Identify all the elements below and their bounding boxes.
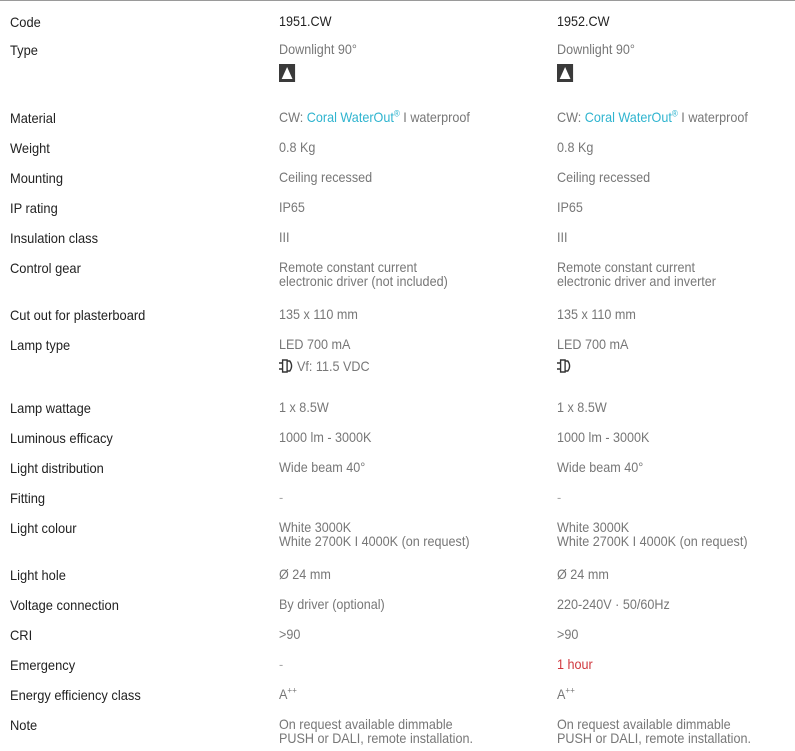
row-label: Fitting [10, 490, 46, 506]
mounting-value-b: Ceiling recessed [557, 169, 651, 185]
mounting-value-a: Ceiling recessed [279, 169, 373, 185]
material-prefix: CW: [557, 109, 585, 125]
material-prefix: CW: [279, 109, 307, 125]
type-value-a: Downlight 90° [279, 42, 357, 82]
note-value-a: On request available dimmable PUSH or DAL… [279, 717, 473, 745]
line-2: White 2700K I 4000K (on request) [279, 533, 470, 549]
row-label: Voltage connection [10, 597, 119, 613]
efficacy-value-b: 1000 lm - 3000K [557, 429, 650, 445]
row-label: Mounting [10, 170, 63, 186]
cutout-value-a: 135 x 110 mm [279, 306, 358, 322]
control-gear-value-b: Remote constant current electronic driver… [557, 260, 716, 288]
product-code-1952: 1952.CW [557, 13, 610, 29]
row-label: Light colour [10, 520, 77, 536]
row-label: Insulation class [10, 230, 99, 246]
class-plus: ++ [565, 685, 575, 696]
row-label: IP rating [10, 200, 58, 216]
type-text: Downlight 90° [279, 41, 357, 57]
distribution-value-a: Wide beam 40° [279, 459, 366, 475]
ip-value-a: IP65 [279, 199, 305, 215]
ip-value-b: IP65 [557, 199, 583, 215]
fitting-value-b: - [557, 489, 562, 505]
wattage-value-a: 1 x 8.5W [279, 399, 329, 415]
type-value-b: Downlight 90° [557, 42, 635, 82]
downlight-beam-icon [279, 64, 296, 82]
lamp-type-value-a: LED 700 mA Vf: 11.5 VDC [279, 337, 370, 373]
product-code-1951: 1951.CW [279, 13, 332, 29]
emergency-value-b: 1 hour [557, 656, 593, 672]
lamp-type-text: LED 700 mA [279, 336, 351, 352]
light-colour-value-a: White 3000K White 2700K I 4000K (on reque… [279, 520, 470, 548]
lamp-type-value-b: LED 700 mA [557, 337, 628, 373]
light-colour-value-b: White 3000K White 2700K I 4000K (on reque… [557, 520, 748, 548]
row-label: Lamp type [10, 337, 71, 353]
forward-voltage: Vf: 11.5 VDC [297, 358, 370, 374]
row-label: Control gear [10, 260, 81, 276]
line-2: electronic driver (not included) [279, 273, 448, 289]
row-label: Material [10, 110, 56, 126]
led-driver-plug-icon [557, 359, 571, 373]
row-label: Light hole [10, 567, 66, 583]
light-hole-value-a: Ø 24 mm [279, 566, 331, 582]
row-label: Energy efficiency class [10, 687, 141, 703]
coral-waterout-link[interactable]: Coral WaterOut [585, 109, 672, 125]
row-label: Emergency [10, 657, 76, 673]
voltage-value-a: By driver (optional) [279, 596, 385, 612]
row-label: Lamp wattage [10, 400, 91, 416]
voltage-value-b: 220-240V · 50/60Hz [557, 596, 670, 612]
row-label: Light distribution [10, 460, 104, 476]
note-value-b: On request available dimmable PUSH or DAL… [557, 717, 751, 745]
insulation-value-b: III [557, 229, 568, 245]
emergency-value-a: - [279, 656, 284, 672]
wattage-value-b: 1 x 8.5W [557, 399, 607, 415]
top-rule [0, 0, 795, 1]
cutout-value-b: 135 x 110 mm [557, 306, 636, 322]
line-2: PUSH or DALI, remote installation. [557, 730, 751, 746]
row-label: Weight [10, 140, 50, 156]
class-plus: ++ [287, 685, 297, 696]
coral-waterout-link[interactable]: Coral WaterOut [307, 109, 394, 125]
row-label: Type [10, 42, 38, 58]
weight-value-a: 0.8 Kg [279, 139, 316, 155]
type-text: Downlight 90° [557, 41, 635, 57]
light-hole-value-b: Ø 24 mm [557, 566, 609, 582]
control-gear-value-a: Remote constant current electronic driver… [279, 260, 448, 288]
downlight-beam-icon [557, 64, 574, 82]
row-label: CRI [10, 627, 33, 643]
line-2: White 2700K I 4000K (on request) [557, 533, 748, 549]
energy-class-value-a: A++ [279, 685, 297, 701]
row-label: Cut out for plasterboard [10, 307, 146, 323]
cri-value-a: >90 [279, 626, 301, 642]
led-driver-plug-icon [279, 359, 293, 373]
row-label: Code [10, 14, 41, 30]
row-label: Luminous efficacy [10, 430, 113, 446]
energy-class-value-b: A++ [557, 685, 575, 701]
row-label: Note [10, 717, 38, 733]
line-2: PUSH or DALI, remote installation. [279, 730, 473, 746]
material-value-a: CW: Coral WaterOut® I waterproof [279, 109, 470, 125]
insulation-value-a: III [279, 229, 290, 245]
lamp-type-text: LED 700 mA [557, 336, 629, 352]
cri-value-b: >90 [557, 626, 579, 642]
line-2: electronic driver and inverter [557, 273, 716, 289]
efficacy-value-a: 1000 lm - 3000K [279, 429, 372, 445]
material-suffix: I waterproof [677, 109, 748, 125]
fitting-value-a: - [279, 489, 284, 505]
distribution-value-b: Wide beam 40° [557, 459, 644, 475]
weight-value-b: 0.8 Kg [557, 139, 594, 155]
material-suffix: I waterproof [399, 109, 470, 125]
material-value-b: CW: Coral WaterOut® I waterproof [557, 109, 748, 125]
